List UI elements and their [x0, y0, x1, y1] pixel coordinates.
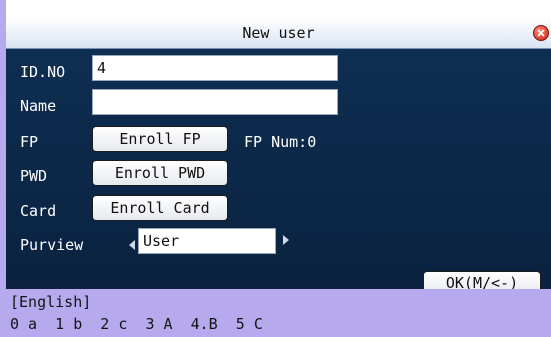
- close-icon[interactable]: [533, 25, 549, 41]
- name-input[interactable]: [92, 89, 338, 115]
- right-arrow-icon[interactable]: [282, 235, 290, 245]
- purview-select[interactable]: User: [138, 228, 276, 254]
- card-label: Card: [20, 202, 57, 220]
- id-input[interactable]: 4: [92, 55, 338, 81]
- dialog-title: New user: [242, 24, 315, 42]
- pwd-label: PWD: [20, 167, 48, 185]
- name-label: Name: [20, 97, 57, 115]
- dialog-titlebar: New user: [6, 18, 551, 49]
- purview-label: Purview: [20, 236, 84, 254]
- fp-num-text: FP Num:0: [244, 133, 317, 151]
- fp-label: FP: [20, 133, 39, 151]
- ime-candidates[interactable]: 0 a 1 b 2 c 3 A 4.B 5 C: [10, 314, 263, 334]
- top-border: [0, 0, 551, 18]
- input-method-bar: [English] 0 a 1 b 2 c 3 A 4.B 5 C: [0, 289, 551, 337]
- enroll-fp-button[interactable]: Enroll FP: [92, 126, 228, 152]
- ime-language: [English]: [10, 293, 92, 311]
- form-panel: ID.NO 4 Name FP Enroll FP FP Num:0 PWD E…: [6, 49, 551, 295]
- enroll-card-button[interactable]: Enroll Card: [92, 195, 228, 221]
- left-arrow-icon[interactable]: [128, 240, 136, 250]
- id-label: ID.NO: [20, 63, 66, 81]
- enroll-pwd-button[interactable]: Enroll PWD: [92, 160, 228, 186]
- device-screen: New user ID.NO 4 Name FP Enroll FP FP Nu…: [0, 0, 551, 337]
